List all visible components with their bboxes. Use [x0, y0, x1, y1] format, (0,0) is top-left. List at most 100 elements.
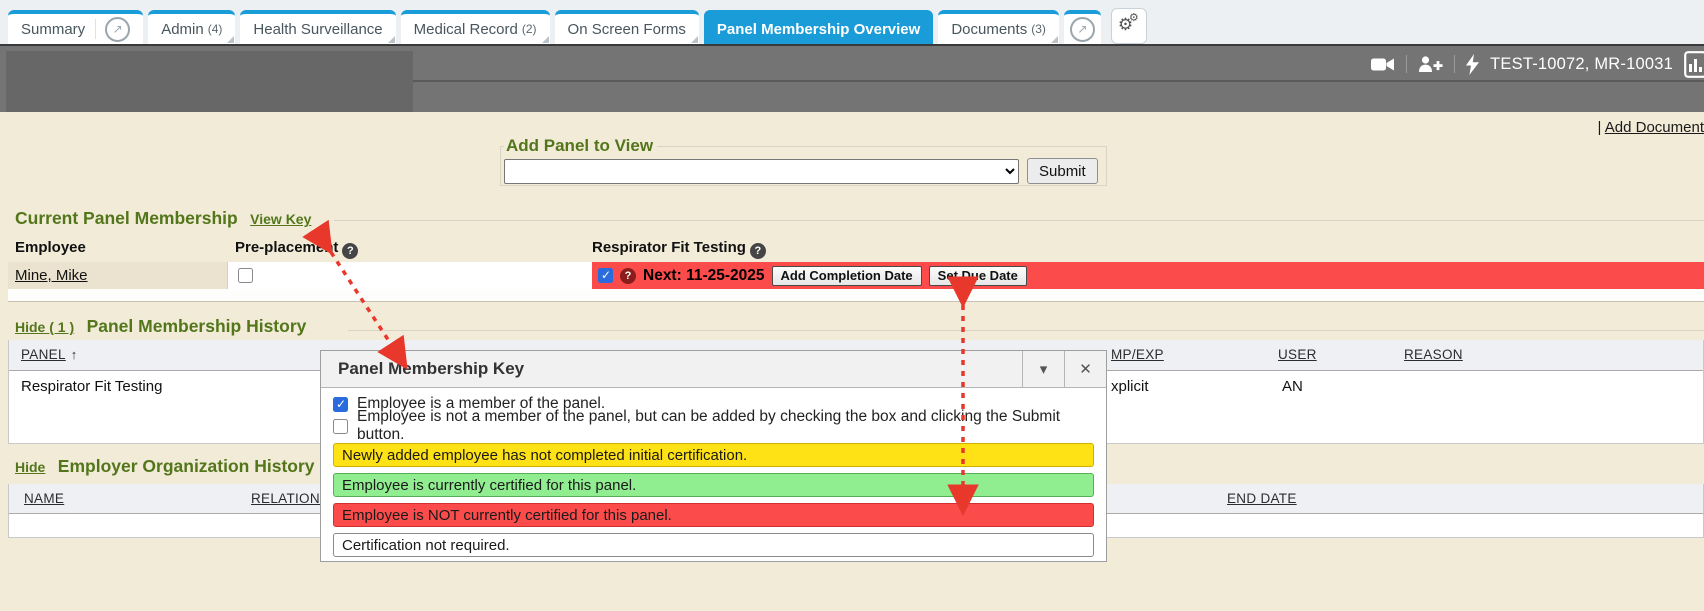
not-member-checkbox-icon: [333, 419, 348, 434]
settings-gear-button[interactable]: [1111, 8, 1147, 44]
tab-documents[interactable]: Documents (3): [938, 10, 1059, 44]
dialog-close-button[interactable]: [1064, 351, 1106, 387]
section-rule: [348, 330, 1704, 331]
col-respirator: Respirator Fit Testing: [592, 239, 766, 259]
key-bar-green: Employee is currently certified for this…: [333, 473, 1094, 497]
set-due-date-button[interactable]: Set Due Date: [929, 266, 1027, 286]
key-item-not-member: Employee is not a member of the panel, b…: [333, 415, 1094, 437]
tab-medical-record[interactable]: Medical Record (2): [401, 10, 550, 44]
tab-medical-record-count: (2): [522, 22, 537, 36]
history-row-user: AN: [1282, 378, 1303, 395]
patient-identifier: TEST-10072, MR-10031: [1490, 55, 1673, 74]
employer-hide-link[interactable]: Hide: [15, 459, 45, 475]
member-checkbox-icon: [333, 397, 348, 412]
current-panel-header-row: Employee Pre-placement Respirator Fit Te…: [8, 236, 1704, 262]
tab-on-screen-forms[interactable]: On Screen Forms: [555, 10, 699, 44]
sort-ascending-icon: [71, 347, 78, 362]
patient-band-left-block: [6, 51, 413, 112]
employer-col-end-date[interactable]: END DATE: [1227, 491, 1297, 506]
next-due-label: Next: 11-25-2025: [643, 267, 765, 285]
tab-admin[interactable]: Admin (4): [148, 10, 235, 44]
history-col-reason[interactable]: REASON: [1404, 347, 1463, 362]
employee-cell: Mine, Mike: [8, 262, 228, 289]
tab-medical-record-label: Medical Record: [414, 21, 518, 38]
preplacement-checkbox[interactable]: [238, 268, 253, 283]
history-row-panel: Respirator Fit Testing: [21, 378, 162, 395]
toolbar-separator: [1454, 55, 1455, 73]
current-panel-footer-strip: [8, 289, 1704, 302]
dialog-title-bar[interactable]: Panel Membership Key: [321, 351, 1106, 388]
open-in-new-icon[interactable]: [105, 17, 130, 42]
tab-divider: [95, 19, 96, 39]
history-hide-link[interactable]: Hide ( 1 ): [15, 319, 74, 335]
add-completion-date-button[interactable]: Add Completion Date: [772, 266, 922, 286]
tab-admin-label: Admin: [161, 21, 204, 38]
patient-band-toolbar: TEST-10072, MR-10031: [1371, 48, 1704, 80]
history-heading-row: Hide ( 1 ) Panel Membership History: [15, 316, 306, 337]
tab-health-surveillance-label: Health Surveillance: [253, 21, 382, 38]
add-panel-legend: Add Panel to View: [504, 136, 657, 156]
status-help-icon[interactable]: [620, 268, 636, 284]
link-separator: |: [1598, 119, 1602, 136]
open-in-new-icon: [1070, 17, 1095, 42]
dropdown-fold-icon: [1051, 36, 1058, 43]
history-col-user[interactable]: USER: [1278, 347, 1317, 362]
current-panel-heading-row: Current Panel Membership View Key: [15, 208, 311, 229]
current-panel-row: Mine, Mike Next: 11-25-2025 Add Completi…: [8, 262, 1704, 289]
gear-icon: [1129, 11, 1139, 24]
add-panel-to-view-section: Add Panel to View Submit: [500, 136, 1107, 186]
history-title: Panel Membership History: [87, 316, 307, 336]
history-col-mp-exp[interactable]: MP/EXP: [1111, 347, 1164, 362]
section-rule: [334, 220, 1704, 221]
history-col-panel[interactable]: PANEL: [21, 347, 78, 362]
employee-link[interactable]: Mine, Mike: [15, 267, 88, 284]
lightning-bolt-icon[interactable]: [1466, 54, 1479, 75]
dropdown-fold-icon: [388, 36, 395, 43]
dialog-collapse-button[interactable]: [1022, 351, 1064, 387]
current-panel-title: Current Panel Membership: [15, 208, 238, 228]
tab-documents-label: Documents: [951, 21, 1027, 38]
tab-on-screen-forms-label: On Screen Forms: [568, 21, 686, 38]
dialog-body: Employee is a member of the panel. Emplo…: [333, 393, 1094, 557]
tab-panel-membership-overview-label: Panel Membership Overview: [717, 21, 920, 38]
employer-heading-row: Hide Employer Organization History: [15, 456, 315, 477]
tab-open-in-new[interactable]: [1064, 10, 1101, 44]
toolbar-separator: [1406, 55, 1407, 73]
employer-col-name[interactable]: NAME: [24, 491, 64, 506]
help-icon[interactable]: [750, 243, 766, 259]
add-document-link[interactable]: Add Document: [1605, 119, 1704, 136]
add-document-row: | Add Document: [1598, 119, 1704, 136]
view-key-link[interactable]: View Key: [250, 211, 311, 227]
history-row-mp-exp: xplicit: [1111, 378, 1149, 395]
tab-panel-membership-overview[interactable]: Panel Membership Overview: [704, 10, 933, 44]
key-item-text: Employee is not a member of the panel, b…: [357, 408, 1094, 444]
tab-summary[interactable]: Summary: [8, 10, 143, 44]
col-preplacement: Pre-placement: [235, 239, 358, 259]
video-camera-icon[interactable]: [1371, 56, 1395, 73]
dropdown-fold-icon: [691, 36, 698, 43]
tab-health-surveillance[interactable]: Health Surveillance: [240, 10, 395, 44]
tab-documents-count: (3): [1031, 22, 1046, 36]
employer-title: Employer Organization History: [58, 456, 315, 476]
tab-admin-count: (4): [208, 22, 223, 36]
dialog-title: Panel Membership Key: [338, 359, 1022, 379]
preplacement-cell: [228, 262, 592, 289]
respirator-status-cell: Next: 11-25-2025 Add Completion Date Set…: [592, 262, 1704, 289]
submit-button[interactable]: Submit: [1027, 158, 1098, 184]
col-employee: Employee: [15, 239, 86, 256]
panel-membership-key-dialog: Panel Membership Key Employee is a membe…: [320, 350, 1107, 562]
bar-chart-icon[interactable]: [1684, 51, 1704, 78]
panel-membership-overview-page: Summary Admin (4) Health Surveillance Me…: [0, 0, 1704, 611]
key-bar-white: Certification not required.: [333, 533, 1094, 557]
dropdown-fold-icon: [227, 36, 234, 43]
patient-header-band: TEST-10072, MR-10031: [0, 44, 1704, 112]
help-icon[interactable]: [342, 243, 358, 259]
respirator-checkbox[interactable]: [598, 268, 613, 283]
band-divider: [413, 80, 1704, 82]
panel-select[interactable]: [504, 159, 1019, 184]
add-person-icon[interactable]: [1418, 55, 1443, 73]
key-bar-yellow: Newly added employee has not completed i…: [333, 443, 1094, 467]
key-bar-red: Employee is NOT currently certified for …: [333, 503, 1094, 527]
dropdown-fold-icon: [542, 36, 549, 43]
tab-bar: Summary Admin (4) Health Surveillance Me…: [0, 0, 1704, 44]
